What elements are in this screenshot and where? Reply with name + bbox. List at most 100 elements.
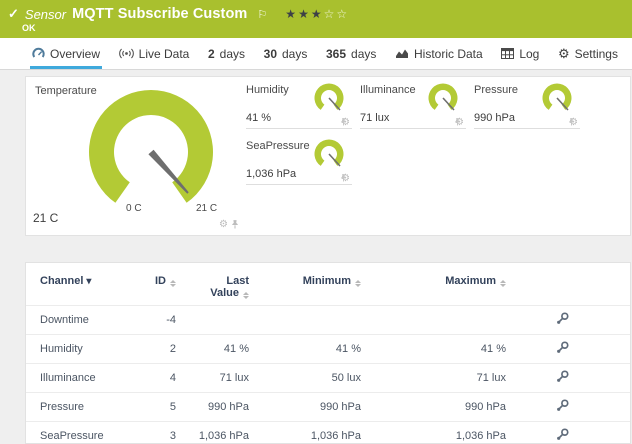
- channel-minimum: 990 hPa: [249, 393, 361, 422]
- tab-log[interactable]: Log: [499, 38, 541, 69]
- column-header-id[interactable]: ID: [131, 267, 176, 306]
- tab-label: Historic Data: [414, 47, 483, 61]
- channel-last-value: 1,036 hPa: [176, 422, 249, 444]
- sort-icon: [355, 280, 361, 287]
- star-filled-icon[interactable]: ★: [298, 7, 311, 21]
- gauge-value: 71 lux: [360, 112, 389, 124]
- gauge-actions: ⚙: [341, 117, 350, 128]
- tab-label: Live Data: [139, 47, 190, 61]
- channel-minimum: 41 %: [249, 335, 361, 364]
- channel-settings-wrench-icon[interactable]: [556, 341, 569, 354]
- channel-minimum: 50 lux: [249, 364, 361, 393]
- column-header-maximum[interactable]: Maximum: [361, 267, 506, 306]
- channel-settings-wrench-icon[interactable]: [556, 399, 569, 412]
- column-header-channel[interactable]: Channel▾: [26, 267, 131, 306]
- channel-settings-wrench-icon[interactable]: [556, 312, 569, 325]
- mini-gauge-dial: [309, 137, 349, 177]
- channel-id: 2: [131, 335, 176, 364]
- channel-maximum: 1,036 hPa: [361, 422, 506, 444]
- star-empty-icon[interactable]: ☆: [336, 7, 349, 21]
- tab-label: days: [282, 47, 307, 61]
- tab-label: Settings: [575, 47, 618, 61]
- gauges-panel: Temperature 0 C 21 C 21 C ⚙ Humidity 41 …: [25, 76, 631, 236]
- overview-content: Temperature 0 C 21 C 21 C ⚙ Humidity 41 …: [0, 70, 632, 444]
- gauge-actions: ⚙: [569, 117, 578, 128]
- table-row-seapressure: SeaPressure 3 1,036 hPa 1,036 hPa 1,036 …: [26, 422, 630, 444]
- star-filled-icon[interactable]: ★: [285, 7, 298, 21]
- table-row-illuminance: Illuminance 4 71 lux 50 lux 71 lux: [26, 364, 630, 393]
- temperature-value: 21 C: [33, 211, 58, 225]
- sort-desc-icon: ▾: [86, 276, 91, 287]
- tab-2-days[interactable]: 2 days: [206, 38, 247, 69]
- column-header-actions: [506, 267, 630, 306]
- tab-label: Overview: [50, 47, 100, 61]
- channel-id: 5: [131, 393, 176, 422]
- star-empty-icon[interactable]: ☆: [324, 7, 337, 21]
- gauge-value: 1,036 hPa: [246, 168, 296, 180]
- tab-label: Log: [519, 47, 539, 61]
- channel-maximum: 990 hPa: [361, 393, 506, 422]
- channel-name: Illuminance: [26, 364, 131, 393]
- channel-id: -4: [131, 306, 176, 335]
- channel-id: 4: [131, 364, 176, 393]
- pin-icon[interactable]: [231, 219, 239, 230]
- status-ok-icon: ✓: [8, 6, 19, 22]
- gauge-title: Pressure: [474, 84, 518, 96]
- tab-label-number: 365: [326, 47, 346, 61]
- tab-label-number: 30: [264, 47, 277, 61]
- channel-minimum: [249, 306, 361, 335]
- mini-gauge-pressure: Pressure 990 hPa ⚙: [474, 81, 580, 129]
- channel-name: Downtime: [26, 306, 131, 335]
- channel-name: Humidity: [26, 335, 131, 364]
- tab-historic-data[interactable]: Historic Data: [393, 38, 485, 69]
- gauge-scale-min: 0 C: [126, 203, 142, 214]
- channel-name: Pressure: [26, 393, 131, 422]
- mini-gauge-dial: [423, 81, 463, 121]
- tab-label-number: 2: [208, 47, 215, 61]
- tab-bar: Overview Live Data 2 days 30 days 365 da…: [0, 38, 632, 70]
- table-row-pressure: Pressure 5 990 hPa 990 hPa 990 hPa: [26, 393, 630, 422]
- priority-stars[interactable]: ★★★☆☆: [285, 7, 349, 21]
- chart-icon: [395, 48, 409, 59]
- table-row-humidity: Humidity 2 41 % 41 % 41 %: [26, 335, 630, 364]
- tab-overview[interactable]: Overview: [30, 38, 102, 69]
- gear-icon: ⚙: [558, 46, 570, 62]
- gauge-value: 41 %: [246, 112, 271, 124]
- sensor-kind-label: Sensor: [25, 7, 66, 22]
- mini-gauges-grid: Humidity 41 % ⚙ Illuminance 71 lux: [246, 81, 580, 185]
- sensor-banner: ✓ Sensor MQTT Subscribe Custom ⚐ ★★★☆☆ O…: [0, 0, 632, 38]
- tab-label: days: [351, 47, 376, 61]
- channel-maximum: 41 %: [361, 335, 506, 364]
- mini-gauge-dial: [537, 81, 577, 121]
- column-header-last-value[interactable]: LastValue: [176, 267, 249, 306]
- log-table-icon: [501, 48, 514, 59]
- gauge-icon: [32, 47, 45, 60]
- sensor-status-text: OK: [22, 23, 36, 33]
- gauge-scale-max: 21 C: [196, 203, 217, 214]
- mini-gauge-illuminance: Illuminance 71 lux ⚙: [360, 81, 466, 129]
- channel-settings-wrench-icon[interactable]: [556, 370, 569, 383]
- channels-table: Channel▾ ID LastValue Minimum Maximum Do…: [26, 267, 630, 444]
- flag-icon[interactable]: ⚐: [257, 8, 267, 21]
- pin-icon[interactable]: [454, 117, 461, 127]
- pin-icon[interactable]: [340, 173, 347, 183]
- channel-last-value: 71 lux: [176, 364, 249, 393]
- tab-settings[interactable]: ⚙ Settings: [556, 38, 620, 69]
- channel-name: SeaPressure: [26, 422, 131, 444]
- mini-gauge-humidity: Humidity 41 % ⚙: [246, 81, 352, 129]
- channel-settings-wrench-icon[interactable]: [556, 428, 569, 441]
- sort-icon: [243, 292, 249, 299]
- gauge-title: Illuminance: [360, 84, 416, 96]
- tab-365-days[interactable]: 365 days: [324, 38, 378, 69]
- table-row-downtime: Downtime -4: [26, 306, 630, 335]
- channel-last-value: 990 hPa: [176, 393, 249, 422]
- gauge-actions: ⚙: [455, 117, 464, 128]
- pin-icon[interactable]: [568, 117, 575, 127]
- gear-icon[interactable]: ⚙: [219, 219, 228, 230]
- pin-icon[interactable]: [340, 117, 347, 127]
- sort-icon: [170, 280, 176, 287]
- tab-live-data[interactable]: Live Data: [117, 38, 192, 69]
- column-header-minimum[interactable]: Minimum: [249, 267, 361, 306]
- star-filled-icon[interactable]: ★: [311, 7, 324, 21]
- tab-30-days[interactable]: 30 days: [262, 38, 310, 69]
